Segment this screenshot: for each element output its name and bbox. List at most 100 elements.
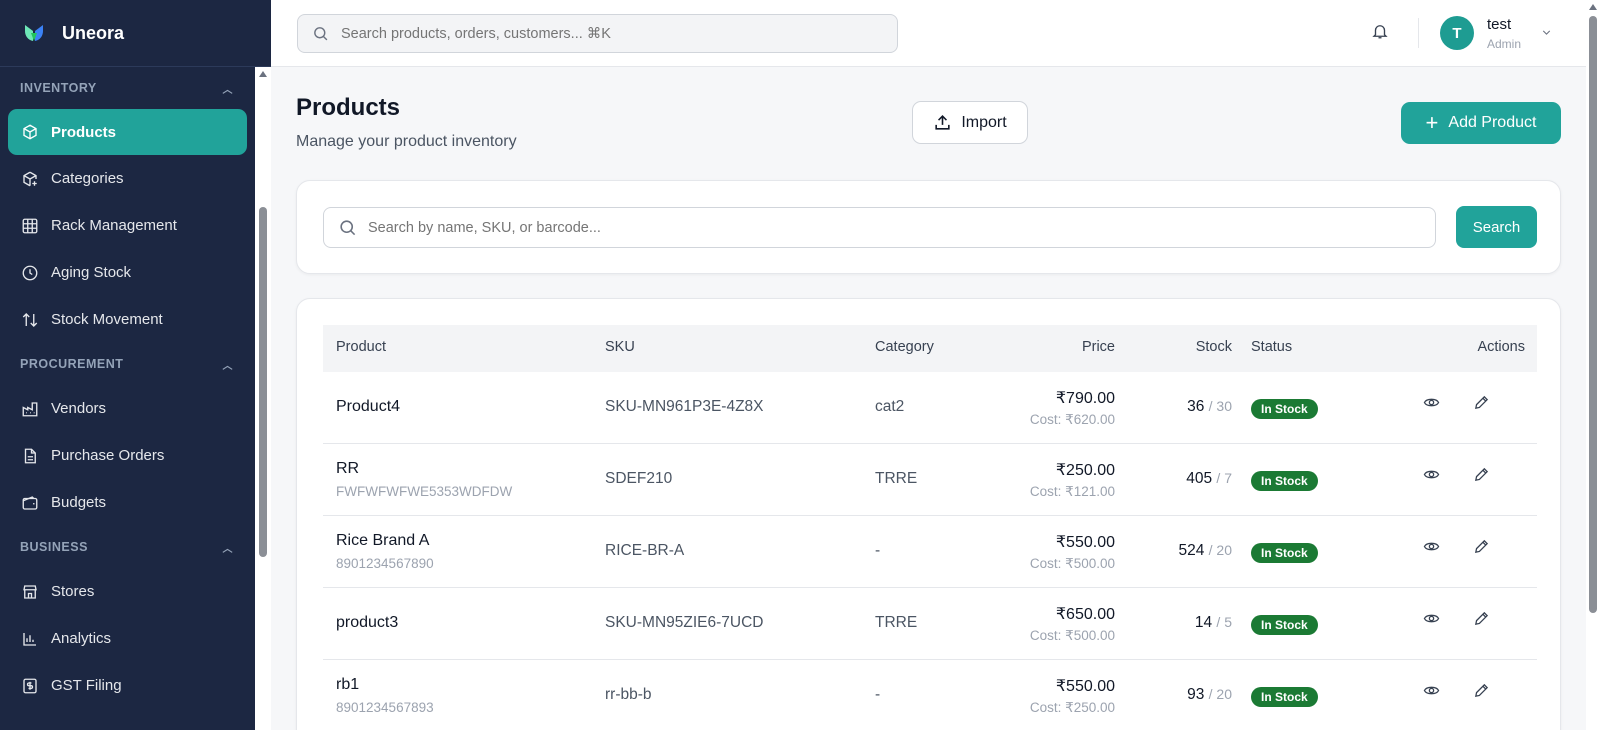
divider [1418,18,1419,48]
product-name[interactable]: RR [336,460,359,478]
main-scrollbar[interactable] [1586,0,1600,730]
section-inventory[interactable]: INVENTORY ︿ [0,67,255,109]
grid-icon [21,217,39,235]
product-category: cat2 [875,398,905,415]
bar-chart-icon [21,630,39,648]
product-name[interactable]: rb1 [336,676,359,694]
stock-qty: 36 [1187,398,1205,415]
product-price: ₹650.00 [1055,606,1115,623]
stock-min: / 5 [1216,614,1232,630]
sidebar-item-analytics[interactable]: Analytics [8,615,247,662]
view-button[interactable] [1421,392,1441,412]
edit-button[interactable] [1471,680,1491,700]
product-name[interactable]: Rice Brand A [336,532,429,550]
sidebar-item-products[interactable]: Products [8,109,247,155]
edit-button[interactable] [1471,464,1491,484]
sidebar-item-gst-filing[interactable]: GST Filing [8,662,247,709]
view-button[interactable] [1421,680,1441,700]
arrows-updown-icon [21,311,39,329]
sidebar-item-vendors[interactable]: Vendors [8,385,247,432]
search-button[interactable]: Search [1456,206,1537,248]
pencil-icon [1474,467,1488,481]
product-cost: Cost: ₹620.00 [1029,412,1115,427]
status-badge: In Stock [1251,399,1318,419]
user-menu-toggle[interactable] [1540,26,1554,40]
section-title: BUSINESS [20,540,88,554]
edit-button[interactable] [1471,536,1491,556]
section-title: INVENTORY [20,81,97,95]
stock-min: / 20 [1208,686,1232,702]
product-search[interactable] [323,207,1436,248]
section-procurement[interactable]: PROCUREMENT ︿ [0,343,255,385]
scrollbar-thumb[interactable] [259,207,267,557]
view-button[interactable] [1421,536,1441,556]
scroll-up-arrow-icon[interactable] [1589,4,1597,10]
box-icon [21,123,39,141]
product-barcode: FWFWFWFWE5353WDFDW [336,484,513,499]
chevron-up-icon: ︿ [222,360,233,372]
bell-icon [1372,25,1388,39]
sidebar-item-stock-movement[interactable]: Stock Movement [8,296,247,343]
global-search-input[interactable] [341,25,861,42]
table-row[interactable]: Rice Brand A 8901234567890 RICE-BR-A - ₹… [323,516,1537,588]
edit-button[interactable] [1471,608,1491,628]
product-category: - [875,686,881,703]
notifications-button[interactable] [1371,22,1391,44]
eye-icon [1423,470,1439,478]
product-search-input[interactable] [368,219,1368,236]
search-icon [340,220,356,236]
scroll-up-arrow-icon[interactable] [259,71,267,77]
user-name[interactable]: test [1487,16,1511,33]
product-sku: SKU-MN95ZIE6-7UCD [605,614,764,631]
table-row[interactable]: Product4 SKU-MN961P3E-4Z8X cat2 ₹790.00 … [323,372,1537,444]
product-name[interactable]: Product4 [336,398,400,416]
product-stock: 405 / 7 [1186,470,1232,488]
pencil-icon [1474,395,1488,409]
edit-button[interactable] [1471,392,1491,412]
th-stock[interactable]: Stock [1196,339,1232,355]
th-product[interactable]: Product [336,339,386,355]
sidebar-item-label: Stores [51,583,95,600]
import-button[interactable]: Import [912,101,1028,144]
table-row[interactable]: RR FWFWFWFWE5353WDFDW SDEF210 TRRE ₹250.… [323,444,1537,516]
stock-qty: 14 [1194,614,1213,631]
sidebar-item-categories[interactable]: Categories [8,155,247,202]
avatar[interactable]: T [1440,16,1474,50]
table-row[interactable]: product3 SKU-MN95ZIE6-7UCD TRRE ₹650.00 … [323,588,1537,660]
products-table: Product SKU Category Price Stock Status … [323,325,1537,730]
view-button[interactable] [1421,464,1441,484]
sidebar-item-rack-management[interactable]: Rack Management [8,202,247,249]
th-status[interactable]: Status [1251,339,1292,355]
add-product-button[interactable]: + Add Product [1401,102,1561,144]
clock-icon [21,264,39,282]
th-sku[interactable]: SKU [605,339,635,355]
uneora-logo-icon [25,25,43,41]
product-name[interactable]: product3 [336,614,398,632]
brand[interactable]: Uneora [0,0,271,67]
chevron-up-icon: ︿ [222,84,233,96]
product-sku: SKU-MN961P3E-4Z8X [605,398,764,415]
sidebar-item-label: GST Filing [51,677,122,694]
sidebar-nav: INVENTORY ︿ Products Categories Rack Man… [0,67,255,730]
sidebar-item-purchase-orders[interactable]: Purchase Orders [8,432,247,479]
th-price[interactable]: Price [1082,339,1115,355]
receipt-icon [21,677,39,695]
table-row[interactable]: rb1 8901234567893 rr-bb-b - ₹550.00 Cost… [323,660,1537,730]
brand-name: Uneora [62,22,125,43]
scrollbar-thumb[interactable] [1589,16,1597,613]
sidebar-item-budgets[interactable]: Budgets [8,479,247,526]
sidebar-item-aging-stock[interactable]: Aging Stock [8,249,247,296]
sidebar-scrollbar[interactable] [255,67,271,730]
stock-min: / 7 [1216,470,1232,486]
view-button[interactable] [1421,608,1441,628]
th-category[interactable]: Category [875,339,934,355]
eye-icon [1423,686,1439,694]
status-badge: In Stock [1251,687,1318,707]
global-search[interactable] [297,14,898,53]
section-business[interactable]: BUSINESS ︿ [0,526,255,568]
status-badge: In Stock [1251,615,1318,635]
factory-icon [21,400,39,418]
product-category: TRRE [875,614,918,631]
topbar: T test Admin [271,0,1600,67]
sidebar-item-stores[interactable]: Stores [8,568,247,615]
